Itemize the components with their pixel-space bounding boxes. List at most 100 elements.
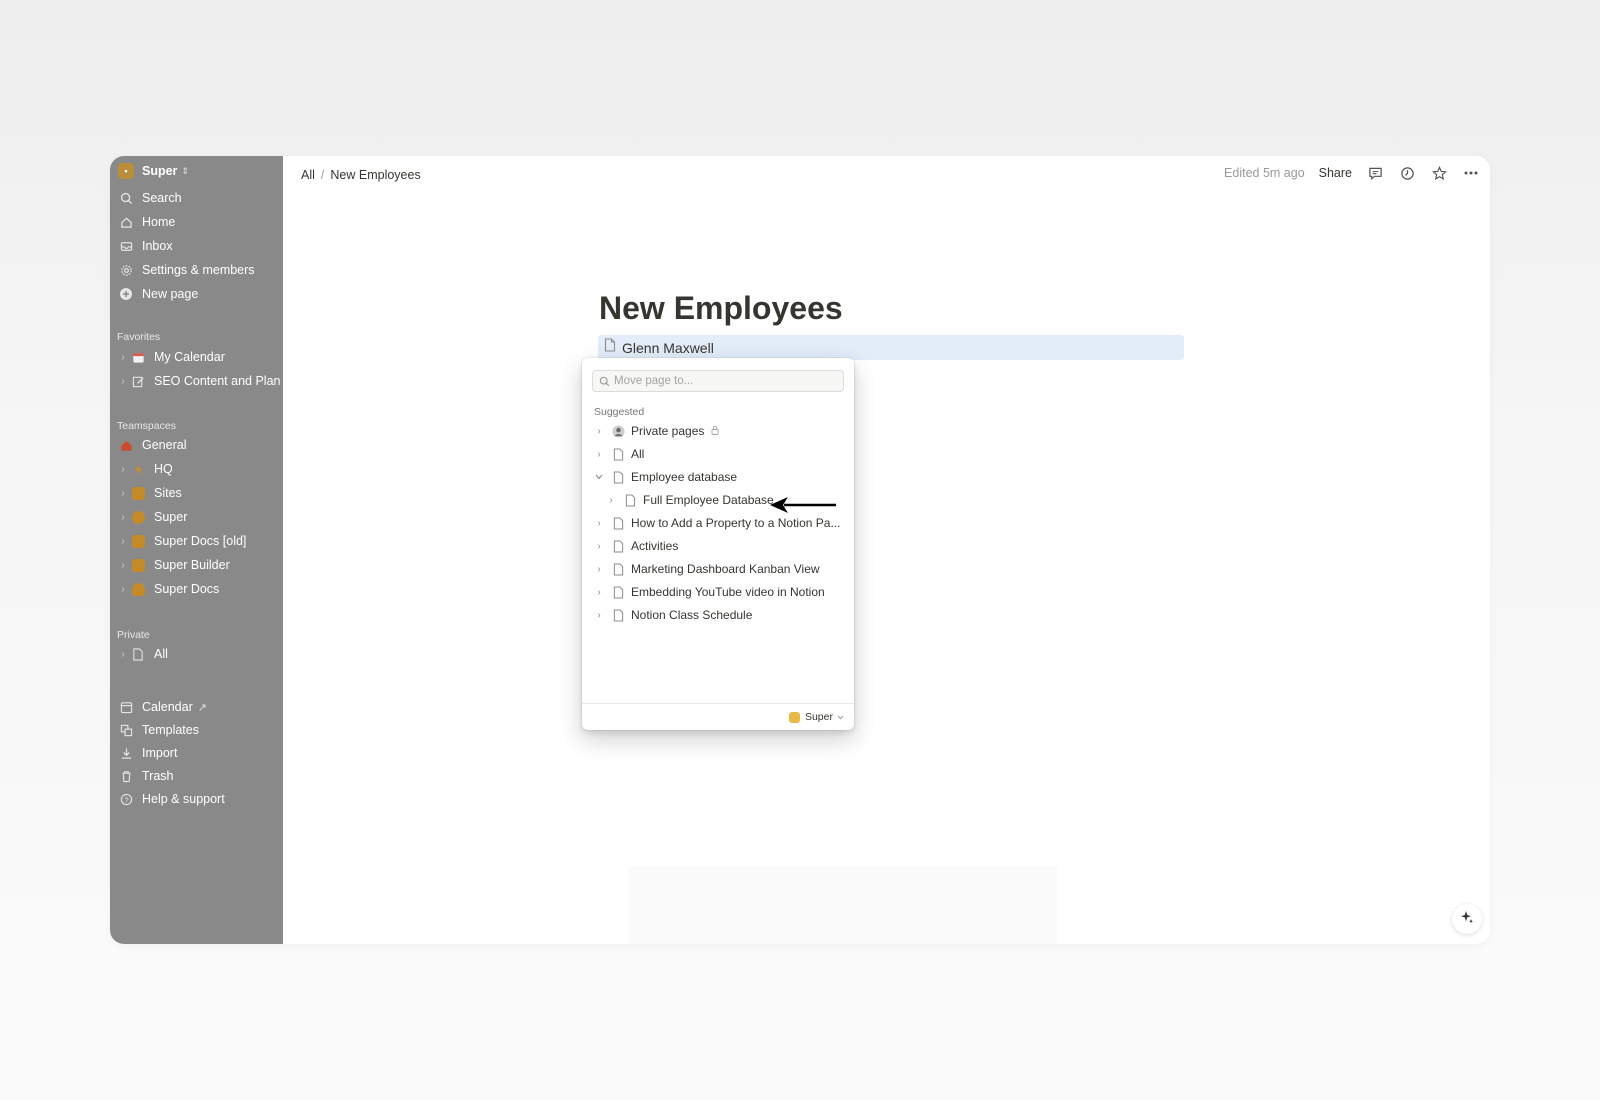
sidebar-item-label: General [142, 438, 187, 452]
chevron-right-icon[interactable]: › [592, 449, 606, 460]
sidebar-item-super[interactable]: › Super [118, 506, 187, 528]
templates-icon [118, 722, 134, 738]
chevron-right-icon[interactable]: › [118, 464, 128, 475]
chevron-right-icon[interactable]: › [118, 649, 128, 660]
chevron-right-icon[interactable]: › [118, 536, 128, 547]
sidebar-item-label: Templates [142, 723, 199, 737]
sidebar-item-templates[interactable]: Templates [118, 719, 199, 741]
gear-icon [118, 262, 134, 278]
move-target-private-pages[interactable]: › Private pages [592, 420, 719, 442]
move-page-popup: Suggested › Private pages › All Employee… [582, 358, 854, 730]
sidebar-item-seo-content[interactable]: › SEO Content and Plan [118, 370, 280, 392]
move-target-embedding-youtube[interactable]: › Embedding YouTube video in Notion [592, 581, 825, 603]
breadcrumb-root[interactable]: All [301, 168, 315, 182]
chevron-down-icon[interactable] [592, 474, 606, 480]
move-target-all[interactable]: › All [592, 443, 644, 465]
faint-block [628, 866, 1058, 944]
app-window: ▪ Super ⇕ Search Home Inbox Settings & m… [110, 156, 1490, 944]
sidebar-item-label: Help & support [142, 792, 225, 806]
chevron-right-icon[interactable]: › [592, 587, 606, 598]
chevron-down-icon [837, 711, 844, 723]
share-button[interactable]: Share [1319, 166, 1352, 180]
workspace-icon [130, 485, 146, 501]
sidebar-item-label: My Calendar [154, 350, 225, 364]
sidebar-item-label: Super [154, 510, 188, 524]
move-target-activities[interactable]: › Activities [592, 535, 678, 557]
sidebar-item-inbox[interactable]: Inbox [118, 235, 173, 257]
sidebar-item-super-docs[interactable]: › Super Docs [118, 578, 219, 600]
comment-icon[interactable] [1366, 164, 1384, 182]
sidebar-item-help[interactable]: ? Help & support [118, 788, 225, 810]
chevron-right-icon[interactable]: › [592, 518, 606, 529]
avatar-icon [610, 423, 626, 439]
workspace-selector[interactable]: Super [582, 703, 854, 730]
chevron-right-icon[interactable]: › [118, 560, 128, 571]
search-icon [599, 376, 610, 387]
chevron-right-icon[interactable]: › [592, 610, 606, 621]
sidebar-item-super-builder[interactable]: › Super Builder [118, 554, 229, 576]
sidebar-item-label: Home [142, 215, 176, 229]
sidebar-item-all[interactable]: › All [118, 643, 168, 665]
sidebar-item-hq[interactable]: › HQ [118, 458, 172, 480]
workspace-switcher[interactable]: ▪ Super ⇕ [118, 160, 189, 182]
page-icon [610, 607, 626, 623]
page-icon [610, 538, 626, 554]
sidebar-item-label: Search [142, 191, 182, 205]
clock-icon[interactable] [1398, 164, 1416, 182]
sidebar-item-new-page[interactable]: New page [118, 283, 198, 305]
import-icon [118, 745, 134, 761]
page-icon [622, 492, 638, 508]
chevron-right-icon[interactable]: › [592, 426, 606, 437]
move-target-notion-class-schedule[interactable]: › Notion Class Schedule [592, 604, 752, 626]
chevron-updown-icon: ⇕ [181, 165, 189, 176]
move-target-label: All [631, 447, 645, 461]
calendar-icon [130, 349, 146, 365]
move-target-full-employee-database[interactable]: › Full Employee Database [604, 489, 773, 511]
page-icon [604, 338, 616, 357]
move-target-marketing-dashboard[interactable]: › Marketing Dashboard Kanban View [592, 558, 819, 580]
chevron-right-icon[interactable]: › [118, 376, 128, 387]
move-search-input[interactable] [614, 375, 834, 387]
star-icon[interactable] [1430, 164, 1448, 182]
sidebar-item-search[interactable]: Search [118, 187, 182, 209]
page-icon [610, 446, 626, 462]
sidebar-item-general[interactable]: General [118, 434, 186, 456]
chevron-right-icon[interactable]: › [118, 488, 128, 499]
workspace-logo-icon [788, 711, 800, 723]
breadcrumb-current[interactable]: New Employees [330, 168, 420, 182]
move-target-label: Private pages [631, 424, 705, 438]
edited-status: Edited 5m ago [1224, 166, 1305, 180]
sidebar-item-my-calendar[interactable]: › My Calendar [118, 346, 225, 368]
lock-icon [711, 424, 719, 438]
svg-text:?: ? [124, 795, 128, 804]
move-target-employee-database[interactable]: Employee database [592, 466, 737, 488]
sidebar-item-label: Super Docs [old] [154, 534, 247, 548]
move-target-how-to-add-property[interactable]: › How to Add a Property to a Notion Pa..… [592, 512, 840, 534]
more-icon[interactable] [1462, 164, 1480, 182]
page-title[interactable]: New Employees [599, 290, 843, 327]
move-target-label: Embedding YouTube video in Notion [631, 585, 825, 599]
sidebar-item-label: Settings & members [142, 263, 255, 277]
selected-page-row[interactable]: Glenn Maxwell [598, 335, 1184, 360]
chevron-right-icon[interactable]: › [592, 564, 606, 575]
chevron-right-icon[interactable]: › [604, 495, 618, 506]
selected-page-title: Glenn Maxwell [622, 339, 714, 356]
edit-icon [130, 373, 146, 389]
breadcrumb-separator: / [320, 168, 325, 182]
move-target-label: How to Add a Property to a Notion Pa... [631, 516, 841, 530]
sidebar-item-import[interactable]: Import [118, 742, 177, 764]
sidebar-item-sites[interactable]: › Sites [118, 482, 181, 504]
sidebar-item-home[interactable]: Home [118, 211, 175, 233]
chevron-right-icon[interactable]: › [118, 352, 128, 363]
chevron-right-icon[interactable]: › [118, 512, 128, 523]
workspace-selector-label: Super [804, 711, 833, 723]
private-heading: Private [117, 629, 150, 641]
chevron-right-icon[interactable]: › [118, 584, 128, 595]
sidebar-item-calendar[interactable]: Calendar ↗ [118, 696, 207, 718]
help-icon: ? [118, 791, 134, 807]
ai-sparkle-button[interactable] [1452, 904, 1482, 934]
chevron-right-icon[interactable]: › [592, 541, 606, 552]
sidebar-item-settings[interactable]: Settings & members [118, 259, 255, 281]
sidebar-item-super-docs-old[interactable]: › Super Docs [old] [118, 530, 246, 552]
sidebar-item-trash[interactable]: Trash [118, 765, 174, 787]
